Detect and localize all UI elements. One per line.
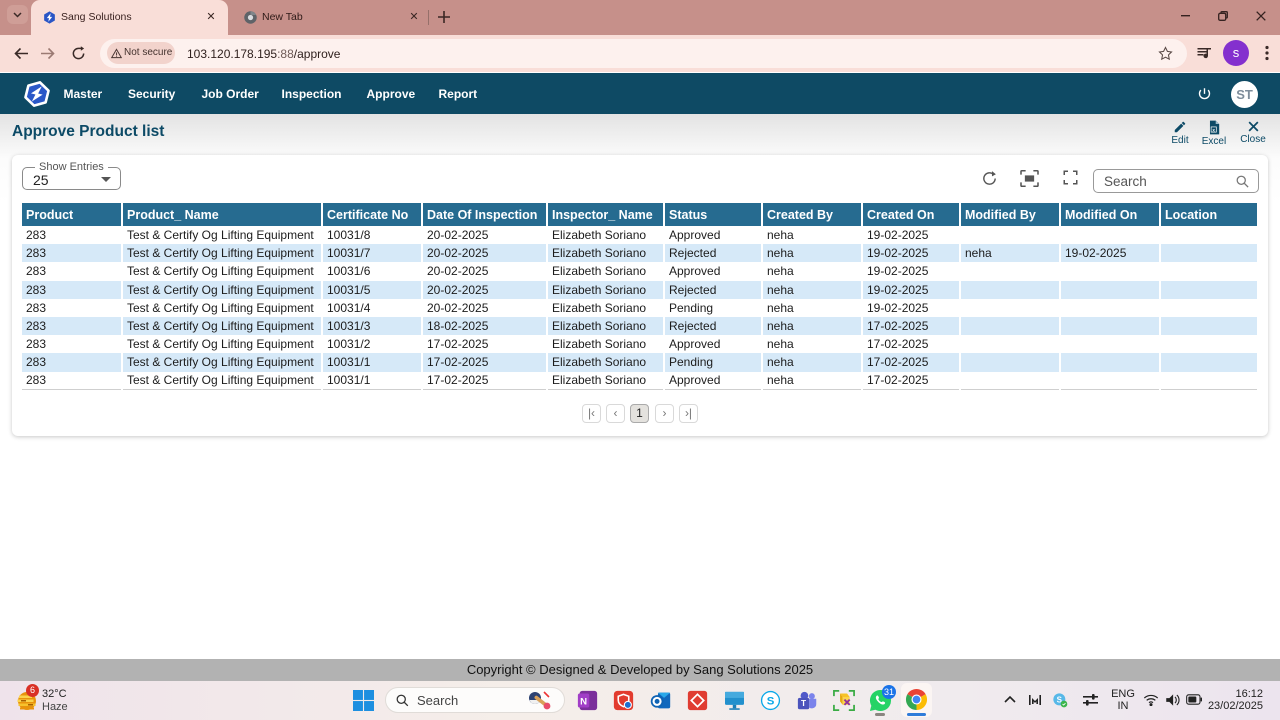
svg-text:T: T: [801, 698, 806, 708]
svg-text:x: x: [1212, 127, 1215, 132]
svg-text:N: N: [580, 696, 587, 707]
svg-text:S: S: [767, 695, 775, 707]
